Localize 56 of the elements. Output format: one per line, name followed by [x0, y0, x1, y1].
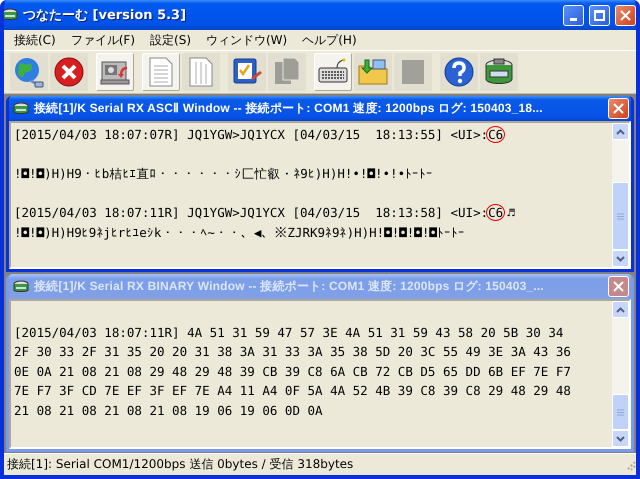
toolbar-button[interactable] [440, 53, 478, 91]
log-text: !◘!◘)H)H9・ﾋb桔ﾋｴ直ﾛ・・・・・・ｼ匚忙叡・ﾈ9ﾋ)H)H!•!◘!•!•ﾄｰﾄｰ [14, 166, 434, 181]
menu-item[interactable]: ウィンドウ(W) [200, 32, 296, 48]
log-text: 21 08 21 08 21 08 21 08 19 06 19 06 0D 0A [14, 402, 323, 418]
toolbar-button[interactable] [96, 53, 134, 91]
circled-text: C6 [486, 126, 506, 143]
log-text: [2015/04/03 18:07:07R] JQ1YGW>JQ1YCX [04/03/15 18:13:55] <UI>: [14, 127, 488, 142]
log-text: ♬ [507, 205, 515, 220]
close-icon [613, 103, 624, 114]
scroll-up-icon [616, 128, 625, 134]
window-title: つなたーむ [version 5.3] [23, 7, 188, 24]
minimize-icon [570, 18, 577, 20]
grip-icon [617, 408, 624, 416]
scroll-down-button[interactable] [612, 430, 629, 447]
log-text: !◘!◘)H)H9ﾋ9ﾈjﾋrﾋﾕeｼk・・・ﾍ~・・、◀、※ZJRK9ﾈ9ﾈ)H)H!◘!◘!◘!◘ﾄｰﾄｰ [14, 224, 465, 240]
scroll-up-button[interactable] [612, 123, 629, 140]
toolbar-button[interactable] [228, 53, 266, 91]
menu-item[interactable]: ヘルプ(H) [296, 32, 366, 48]
globe-icon [13, 56, 45, 88]
child-window-title: 接続[1]/K Serial RX BINARY Window -- 接続ポート: COM1 速度: 1200bps ログ: 150403_... [34, 278, 545, 295]
status-text: 接続[1]: Serial COM1/1200bps 送信 0bytes / 受信 318bytes [7, 456, 354, 473]
close-button[interactable] [608, 98, 629, 119]
help-icon [443, 56, 475, 88]
scroll-down-icon [616, 256, 625, 262]
close-button[interactable] [615, 4, 636, 26]
maximize-button[interactable] [589, 4, 610, 26]
toolbar-button[interactable] [354, 53, 392, 91]
grip-icon [617, 212, 624, 220]
scroll-up-button[interactable] [612, 301, 629, 318]
app-icon [13, 278, 29, 294]
log-text: [2015/04/03 18:07:11R] JQ1YGW>JQ1YCX [04/03/15 18:13:58] <UI>: [14, 205, 488, 220]
circled-text: C6 [486, 204, 506, 221]
menu-item[interactable]: 設定(S) [144, 32, 200, 48]
close-icon [53, 56, 85, 88]
log-text: [2015/04/03 18:07:11R] 4A 51 31 59 47 57 3E 4A 51 31 59 43 58 20 5B 30 34 [14, 324, 564, 340]
app-icon [4, 7, 18, 23]
scroll-down-button[interactable] [612, 250, 629, 267]
log-text: 0E 0A 21 08 21 08 29 48 29 48 39 CB 39 C8 6A CB 72 CB D5 65 DD 6B EF 7E F7 [14, 364, 571, 378]
close-button[interactable] [608, 276, 629, 297]
app-icon [13, 100, 29, 116]
minimize-button[interactable] [563, 4, 584, 26]
scroll-down-icon [616, 436, 625, 442]
close-icon [613, 281, 624, 292]
toolbar-button[interactable] [314, 53, 352, 91]
scroll-up-icon [616, 306, 625, 312]
scrollbar-thumb[interactable] [612, 182, 629, 250]
menu-item[interactable]: 接続(C) [8, 32, 65, 48]
child-window-title: 接続[1]/K Serial RX ASCⅡ Window -- 接続ポート: COM1 速度: 1200bps ログ: 150403_18... [34, 100, 544, 117]
scrollbar-thumb[interactable] [612, 394, 629, 430]
toolbar-button[interactable] [480, 53, 518, 91]
menu-item[interactable]: ファイル(F) [64, 32, 144, 48]
close-icon [620, 10, 631, 20]
toolbar-button[interactable] [50, 53, 88, 91]
log-text: 2F 30 33 2F 31 35 20 20 31 38 3A 31 33 3A 35 38 5D 20 3C 55 49 3E 3A 43 36 [14, 344, 571, 359]
log-text: 7E F7 3F CD 7E EF 3F EF 7E A4 11 A4 0F 5A 4A 52 4B 39 C8 39 C8 29 48 29 48 [14, 383, 571, 398]
maximize-icon [594, 10, 605, 20]
